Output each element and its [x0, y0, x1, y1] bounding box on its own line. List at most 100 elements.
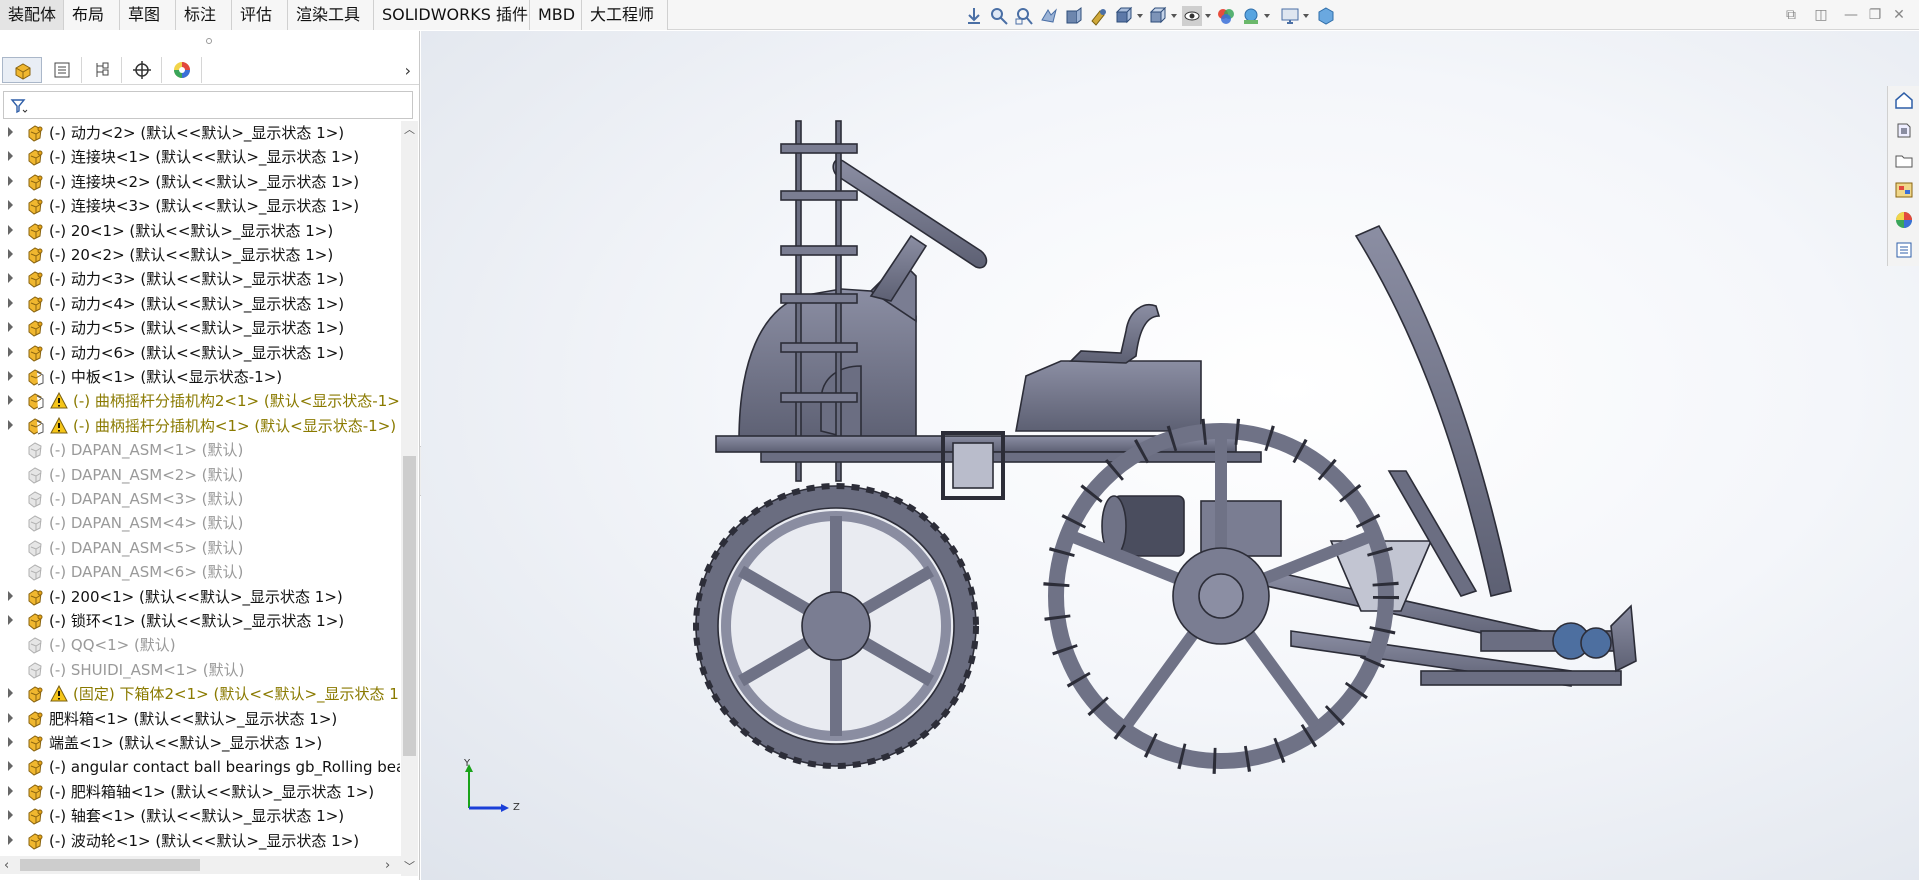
expand-arrow-icon[interactable] — [8, 785, 13, 796]
tree-horizontal-scrollbar[interactable]: ‹ › — [0, 856, 401, 874]
tree-item[interactable]: (-) DAPAN_ASM<1> (默认) — [0, 438, 400, 462]
scroll-left-icon[interactable]: ‹ — [4, 858, 9, 873]
tree-item[interactable]: (-) 动力<6> (默认<<默认>_显示状态 1>) — [0, 341, 400, 365]
propertymanager-tab[interactable] — [42, 57, 82, 83]
tab-layout[interactable]: 布局 — [64, 0, 120, 30]
tile-icon[interactable]: ◫ — [1812, 6, 1830, 24]
tree-item[interactable]: (-) DAPAN_ASM<5> (默认) — [0, 536, 400, 560]
tab-mbd[interactable]: MBD — [530, 0, 582, 30]
tree-filter-field[interactable] — [3, 91, 413, 119]
scroll-thumb[interactable] — [20, 859, 200, 871]
dropdown-arrow-icon[interactable] — [1137, 14, 1143, 18]
chevron-right-icon[interactable]: › — [405, 61, 411, 80]
expand-arrow-icon[interactable] — [8, 297, 13, 308]
zoom-to-area-icon[interactable] — [1014, 6, 1034, 26]
view-orientation-icon[interactable] — [964, 6, 984, 26]
expand-arrow-icon[interactable] — [8, 419, 13, 430]
tab-markup[interactable]: 标注 — [176, 0, 232, 30]
tree-item[interactable]: (-) 中板<1> (默认<显示状态-1>) — [0, 365, 400, 389]
dimxpert-tab[interactable] — [122, 57, 162, 83]
tree-item[interactable]: (-) SHUIDI_ASM<1> (默认) — [0, 658, 400, 682]
dropdown-arrow-icon[interactable] — [1264, 14, 1270, 18]
tree-item[interactable]: (-) 肥料箱轴<1> (默认<<默认>_显示状态 1>) — [0, 780, 400, 804]
tree-item[interactable]: (-) 轴套<1> (默认<<默认>_显示状态 1>) — [0, 804, 400, 828]
tree-item[interactable]: 端盖<1> (默认<<默认>_显示状态 1>) — [0, 731, 400, 755]
appearances-icon[interactable] — [1894, 210, 1914, 230]
section-view-icon[interactable] — [1064, 6, 1084, 26]
tree-item[interactable]: (-) QQ<1> (默认) — [0, 633, 400, 657]
tree-item[interactable]: (-) 连接块<3> (默认<<默认>_显示状态 1>) — [0, 194, 400, 218]
hide-show-items-icon[interactable] — [1182, 6, 1202, 26]
tab-render-tools[interactable]: 渲染工具 — [288, 0, 374, 30]
view-settings-icon[interactable] — [1280, 6, 1300, 26]
zoom-to-fit-icon[interactable] — [989, 6, 1009, 26]
expand-arrow-icon[interactable] — [8, 273, 13, 284]
tab-sketch[interactable]: 草图 — [120, 0, 176, 30]
minimize-icon[interactable]: — — [1842, 6, 1860, 24]
tree-item[interactable]: (-) 动力<5> (默认<<默认>_显示状态 1>) — [0, 316, 400, 340]
dropdown-arrow-icon[interactable] — [1303, 14, 1309, 18]
tree-item[interactable]: (-) 曲柄摇杆分插机构2<1> (默认<显示状态-1>) — [0, 389, 400, 413]
tree-item[interactable]: (-) angular contact ball bearings gb_Rol… — [0, 755, 400, 779]
apply-scene-icon[interactable] — [1241, 6, 1261, 26]
expand-arrow-icon[interactable] — [8, 200, 13, 211]
expand-arrow-icon[interactable] — [8, 322, 13, 333]
custom-properties-icon[interactable] — [1894, 240, 1914, 260]
expand-arrow-icon[interactable] — [8, 688, 13, 699]
tab-assembly[interactable]: 装配体 — [0, 0, 64, 30]
tree-item[interactable]: (-) 波动轮<1> (默认<<默认>_显示状态 1>) — [0, 829, 400, 853]
expand-arrow-icon[interactable] — [8, 810, 13, 821]
tree-item[interactable]: (固定) 下箱体2<1> (默认<<默认>_显示状态 1>) — [0, 682, 400, 706]
scroll-right-icon[interactable]: › — [385, 858, 390, 873]
expand-arrow-icon[interactable] — [8, 834, 13, 845]
display-style-icon[interactable] — [1148, 6, 1168, 26]
featuremanager-tab[interactable] — [2, 57, 42, 83]
tree-item[interactable]: (-) 曲柄摇杆分插机构<1> (默认<显示状态-1>) — [0, 414, 400, 438]
tab-evaluate[interactable]: 评估 — [232, 0, 288, 30]
expand-arrow-icon[interactable] — [8, 590, 13, 601]
expand-arrow-icon[interactable] — [8, 127, 13, 137]
display-icon[interactable] — [1316, 6, 1336, 26]
expand-arrow-icon[interactable] — [8, 712, 13, 723]
dynamic-annotation-icon[interactable] — [1089, 6, 1109, 26]
tab-engineer[interactable]: 大工程师 — [582, 0, 668, 30]
tree-item[interactable]: (-) 锁环<1> (默认<<默认>_显示状态 1>) — [0, 609, 400, 633]
tree-item[interactable]: (-) DAPAN_ASM<6> (默认) — [0, 560, 400, 584]
tree-item[interactable]: (-) 连接块<1> (默认<<默认>_显示状态 1>) — [0, 145, 400, 169]
tree-item[interactable]: (-) DAPAN_ASM<3> (默认) — [0, 487, 400, 511]
panel-grip-icon[interactable] — [206, 38, 212, 44]
view-orientation-dropdown-icon[interactable] — [1114, 6, 1134, 26]
previous-view-icon[interactable] — [1039, 6, 1059, 26]
tree-item[interactable]: (-) 20<1> (默认<<默认>_显示状态 1>) — [0, 219, 400, 243]
expand-arrow-icon[interactable] — [8, 346, 13, 357]
scroll-up-icon[interactable]: ︿ — [404, 124, 415, 135]
expand-arrow-icon[interactable] — [8, 737, 13, 747]
maximize-icon[interactable]: ❐ — [1866, 6, 1884, 24]
tree-item[interactable]: (-) DAPAN_ASM<2> (默认) — [0, 463, 400, 487]
expand-arrow-icon[interactable] — [8, 761, 13, 772]
expand-arrow-icon[interactable] — [8, 615, 13, 625]
tree-item[interactable]: (-) 20<2> (默认<<默认>_显示状态 1>) — [0, 243, 400, 267]
expand-arrow-icon[interactable] — [8, 395, 13, 406]
restore-panel-icon[interactable]: ⧉ — [1782, 6, 1800, 24]
dropdown-arrow-icon[interactable] — [1171, 14, 1177, 18]
expand-arrow-icon[interactable] — [8, 151, 13, 162]
home-icon[interactable] — [1894, 90, 1914, 110]
design-library-icon[interactable] — [1894, 120, 1914, 140]
close-icon[interactable]: ✕ — [1890, 6, 1908, 24]
tree-item[interactable]: (-) DAPAN_ASM<4> (默认) — [0, 511, 400, 535]
transplanter-model[interactable] — [421, 31, 1919, 880]
tree-item[interactable]: 肥料箱<1> (默认<<默认>_显示状态 1>) — [0, 707, 400, 731]
tree-item[interactable]: (-) 动力<3> (默认<<默认>_显示状态 1>) — [0, 267, 400, 291]
view-palette-icon[interactable] — [1894, 180, 1914, 200]
tree-item[interactable]: (-) 动力<2> (默认<<默认>_显示状态 1>) — [0, 121, 400, 145]
scroll-down-icon[interactable]: ﹀ — [404, 861, 415, 872]
graphics-area[interactable]: Y Z — [421, 31, 1919, 880]
display-manager-tab[interactable] — [162, 57, 202, 83]
tree-item[interactable]: (-) 200<1> (默认<<默认>_显示状态 1>) — [0, 585, 400, 609]
edit-appearance-icon[interactable] — [1216, 6, 1236, 26]
configurationmanager-tab[interactable] — [82, 57, 122, 83]
tree-item[interactable]: (-) 连接块<2> (默认<<默认>_显示状态 1>) — [0, 170, 400, 194]
expand-arrow-icon[interactable] — [8, 249, 13, 259]
file-explorer-icon[interactable] — [1894, 150, 1914, 170]
